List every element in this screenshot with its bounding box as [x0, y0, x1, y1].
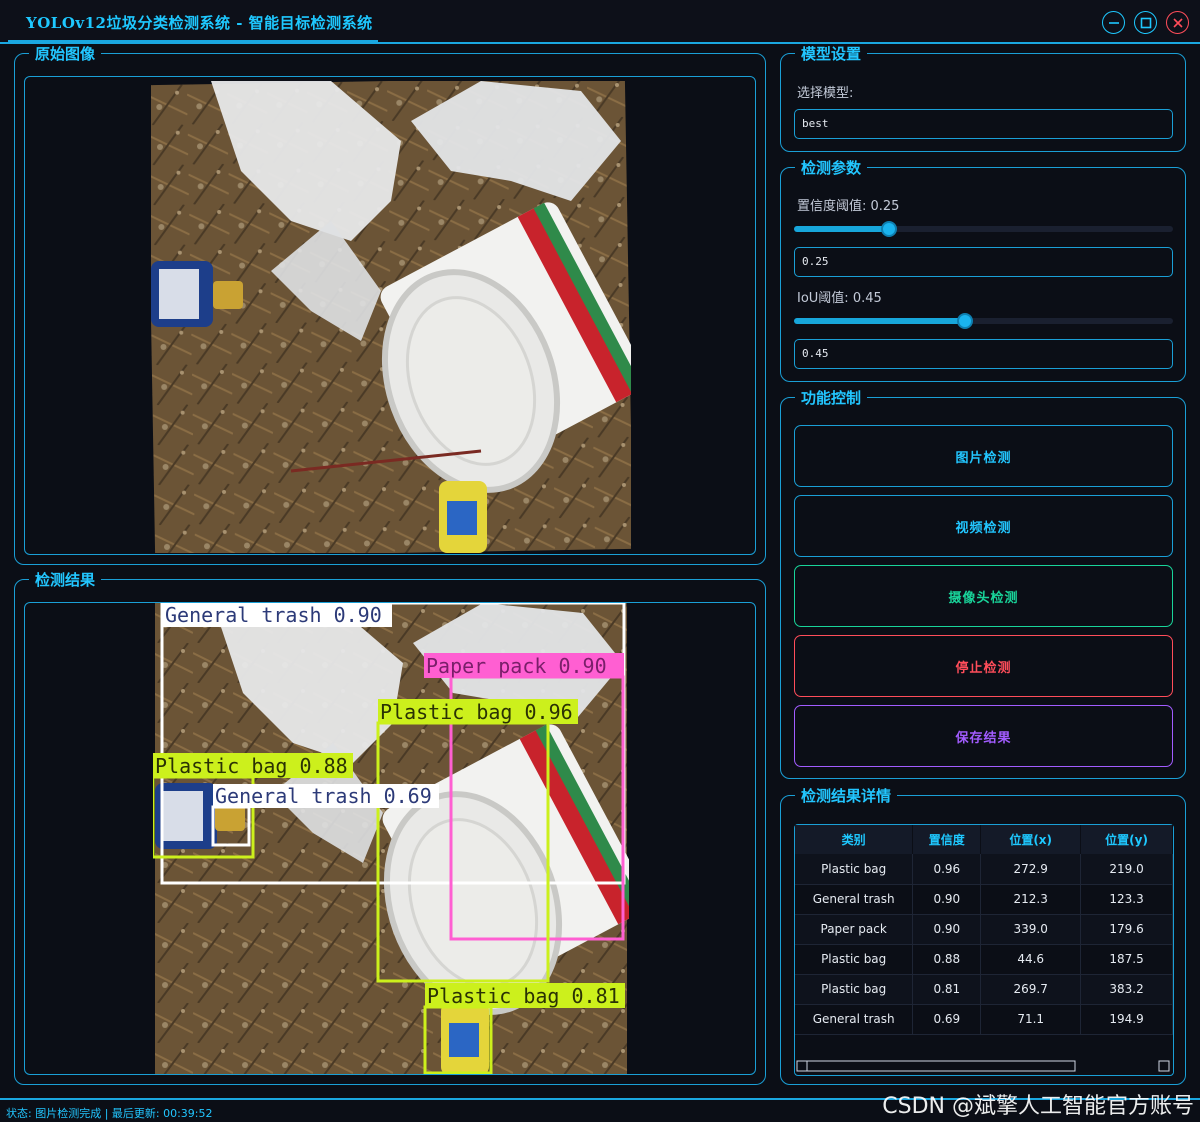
model-settings-title: 模型设置 [795, 45, 868, 63]
close-icon[interactable] [1166, 11, 1189, 34]
result-details-title: 检测结果详情 [795, 787, 898, 805]
watermark: CSDN @斌擎人工智能官方账号 [882, 1094, 1194, 1119]
cell-y: 123.3 [1080, 884, 1173, 915]
bbox-label-general-trash-2: General trash 0.69 [215, 784, 432, 808]
cell-x: 269.7 [980, 974, 1082, 1005]
bbox-label-plastic-bag-3: Plastic bag 0.81 [427, 984, 620, 1008]
iou-threshold-label: IoU阈值: 0.45 [797, 291, 882, 306]
conf-slider-fill [794, 226, 889, 232]
cell-class: Plastic bag [795, 944, 914, 975]
conf-threshold-input[interactable]: 0.25 [794, 247, 1173, 277]
cell-x: 272.9 [980, 854, 1082, 885]
cell-y: 187.5 [1080, 944, 1173, 975]
iou-slider-fill [794, 318, 965, 324]
iou-slider-handle[interactable] [957, 313, 973, 329]
original-image-title: 原始图像 [29, 45, 102, 63]
table-header-row: 类别 置信度 位置(x) 位置(y) [795, 825, 1173, 854]
table-row[interactable]: General trash 0.69 71.1 194.9 [795, 1004, 1173, 1035]
original-image [151, 81, 631, 553]
column-header-x[interactable]: 位置(x) [980, 825, 1082, 854]
title-underline [8, 40, 378, 43]
cell-class: General trash [795, 1004, 914, 1035]
result-table: 类别 置信度 位置(x) 位置(y) Plastic bag 0.96 272.… [795, 825, 1173, 1035]
cell-confidence: 0.81 [912, 974, 982, 1005]
cell-confidence: 0.90 [912, 914, 982, 945]
detection-params-title: 检测参数 [795, 159, 868, 177]
cell-class: Plastic bag [795, 974, 914, 1005]
cell-class: Plastic bag [795, 854, 914, 885]
bbox-label-general-trash-1: General trash 0.90 [165, 603, 382, 627]
column-header-y[interactable]: 位置(y) [1080, 825, 1173, 854]
maximize-icon[interactable] [1134, 11, 1157, 34]
title-bar: YOLOv12垃圾分类检测系统 - 智能目标检测系统 [0, 0, 1200, 44]
table-row[interactable]: Plastic bag 0.81 269.7 383.2 [795, 974, 1173, 1005]
cell-y: 219.0 [1080, 854, 1173, 885]
cell-y: 179.6 [1080, 914, 1173, 945]
bbox-label-paper-pack: Paper pack 0.90 [426, 654, 607, 678]
save-results-button[interactable]: 保存结果 [794, 705, 1173, 767]
cell-confidence: 0.96 [912, 854, 982, 885]
table-row[interactable]: Paper pack 0.90 339.0 179.6 [795, 914, 1173, 945]
column-header-class[interactable]: 类别 [795, 825, 914, 854]
result-image-title: 检测结果 [29, 571, 102, 589]
conf-slider-handle[interactable] [881, 221, 897, 237]
cell-class: Paper pack [795, 914, 914, 945]
result-image: General trash 0.90 Paper pack 0.90 Plast… [153, 603, 629, 1074]
window-title: YOLOv12垃圾分类检测系统 - 智能目标检测系统 [26, 14, 373, 32]
camera-detect-button[interactable]: 摄像头检测 [794, 565, 1173, 627]
horizontal-scrollbar[interactable] [795, 1058, 1173, 1073]
stop-detect-button[interactable]: 停止检测 [794, 635, 1173, 697]
video-detect-button[interactable]: 视频检测 [794, 495, 1173, 557]
model-select[interactable]: best [794, 109, 1173, 139]
table-row[interactable]: Plastic bag 0.96 272.9 219.0 [795, 854, 1173, 885]
conf-threshold-label: 置信度阈值: 0.25 [797, 199, 900, 214]
image-detect-button[interactable]: 图片检测 [794, 425, 1173, 487]
result-image-frame: General trash 0.90 Paper pack 0.90 Plast… [24, 602, 756, 1075]
iou-slider[interactable] [794, 313, 1173, 329]
cell-y: 194.9 [1080, 1004, 1173, 1035]
cell-y: 383.2 [1080, 974, 1173, 1005]
table-row[interactable]: Plastic bag 0.88 44.6 187.5 [795, 944, 1173, 975]
table-row[interactable]: General trash 0.90 212.3 123.3 [795, 884, 1173, 915]
column-header-confidence[interactable]: 置信度 [912, 825, 982, 854]
cell-x: 212.3 [980, 884, 1082, 915]
cell-confidence: 0.90 [912, 884, 982, 915]
cell-confidence: 0.69 [912, 1004, 982, 1035]
cell-x: 44.6 [980, 944, 1082, 975]
model-select-label: 选择模型: [797, 86, 854, 101]
bbox-label-plastic-bag-2: Plastic bag 0.88 [155, 754, 348, 778]
cell-class: General trash [795, 884, 914, 915]
conf-slider[interactable] [794, 221, 1173, 237]
cell-x: 71.1 [980, 1004, 1082, 1035]
original-image-frame [24, 76, 756, 555]
function-control-title: 功能控制 [795, 389, 868, 407]
cell-x: 339.0 [980, 914, 1082, 945]
minimize-icon[interactable] [1102, 11, 1125, 34]
bbox-label-plastic-bag-1: Plastic bag 0.96 [380, 700, 573, 724]
status-text: 状态: 图片检测完成 | 最后更新: 00:39:52 [6, 1107, 213, 1120]
cell-confidence: 0.88 [912, 944, 982, 975]
iou-threshold-input[interactable]: 0.45 [794, 339, 1173, 369]
